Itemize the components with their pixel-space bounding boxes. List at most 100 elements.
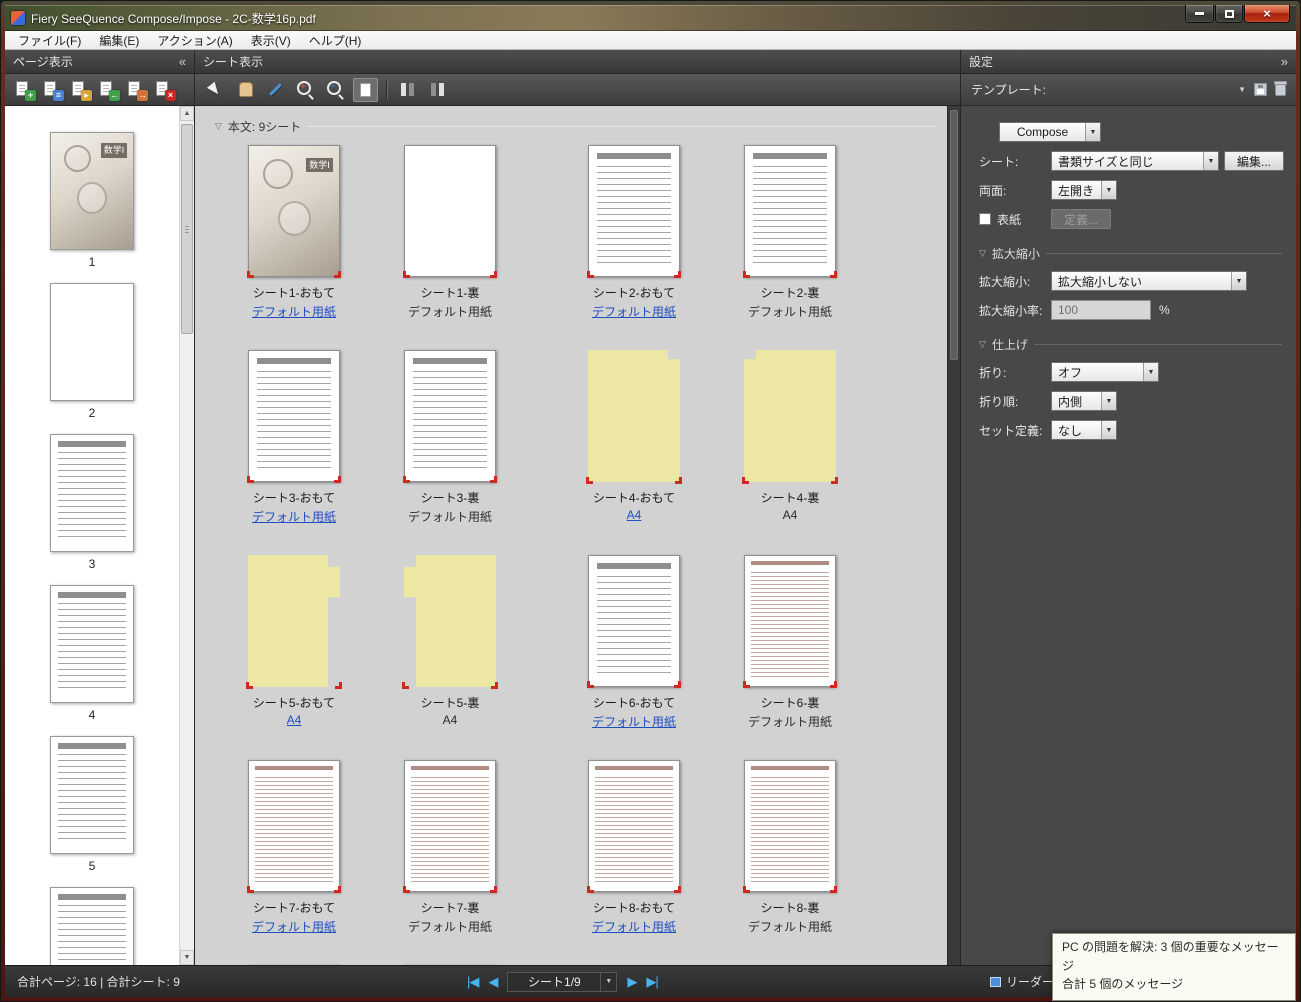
pan-tool-icon[interactable] (233, 78, 258, 102)
finish-section-icon[interactable]: ▽ (979, 339, 986, 350)
sheet-nav-dropdown[interactable]: シート1/9 ▼ (507, 972, 617, 992)
expand-panel-icon[interactable]: » (1281, 54, 1288, 69)
close-button[interactable]: × (1244, 5, 1290, 23)
scale-dropdown[interactable]: 拡大縮小しない ▼ (1051, 271, 1247, 291)
first-sheet-icon[interactable]: |◀ (467, 974, 478, 990)
page-thumbnail[interactable] (50, 736, 134, 854)
page-thumbnail[interactable] (50, 585, 134, 703)
sheet-cell[interactable]: シート8-裏デフォルト用紙 (725, 760, 855, 935)
insert-page-icon[interactable]: ← (97, 79, 120, 101)
sheet-cell[interactable]: シート7-おもてデフォルト用紙 (229, 760, 359, 935)
body-section-header[interactable]: ▽ 本文: 9シート (215, 118, 937, 135)
section-collapse-icon[interactable]: ▽ (215, 121, 222, 132)
sheet-thumbnail[interactable] (248, 760, 340, 892)
sheet-cell[interactable]: シート4-裏A4 (725, 350, 855, 525)
sheet-cell[interactable]: シート6-おもてデフォルト用紙 (569, 555, 699, 730)
fold-dropdown[interactable]: オフ ▼ (1051, 362, 1159, 382)
menu-item-2[interactable]: アクション(A) (148, 31, 241, 50)
sheet-scrollbar-thumb[interactable] (950, 110, 958, 360)
sheet-cell[interactable]: シート6-裏デフォルト用紙 (725, 555, 855, 730)
sheet-thumbnail[interactable] (744, 760, 836, 892)
page-item[interactable]: 3 (50, 434, 134, 571)
fold-order-dropdown[interactable]: 内側 ▼ (1051, 391, 1117, 411)
sheet-paper-link[interactable]: デフォルト用紙 (592, 303, 676, 320)
scroll-up-icon[interactable]: ▲ (180, 106, 194, 121)
sheet-thumbnail[interactable] (588, 760, 680, 892)
mode-dropdown[interactable]: Compose ▼ (999, 122, 1101, 142)
scale-section-icon[interactable]: ▽ (979, 248, 986, 259)
sheet-thumbnail[interactable] (404, 555, 496, 687)
sheet-paper-link[interactable]: デフォルト用紙 (252, 508, 336, 525)
sheet-paper-link[interactable]: A4 (287, 713, 302, 727)
sheet-thumbnail[interactable] (744, 555, 836, 687)
sheet-cell[interactable]: シート2-おもてデフォルト用紙 (569, 145, 699, 320)
menu-item-0[interactable]: ファイル(F) (9, 31, 90, 50)
replace-page-icon[interactable]: → (125, 79, 148, 101)
sheet-cell[interactable]: シート5-裏A4 (385, 555, 515, 730)
sheet-thumbnail[interactable] (588, 555, 680, 687)
sheet-cell[interactable]: 数学Iシート1-おもてデフォルト用紙 (229, 145, 359, 320)
sheet-cell[interactable]: シート1-裏デフォルト用紙 (385, 145, 515, 320)
sheet-thumbnail[interactable] (248, 350, 340, 482)
minimize-button[interactable] (1185, 5, 1214, 23)
page-item[interactable]: 6 (50, 887, 134, 965)
sheet-thumbnail[interactable] (404, 145, 496, 277)
maximize-button[interactable] (1215, 5, 1243, 23)
sheet-paper-link[interactable]: デフォルト用紙 (252, 918, 336, 935)
menu-item-1[interactable]: 編集(E) (90, 31, 148, 50)
scrollbar-thumb[interactable] (181, 124, 193, 334)
page-item[interactable]: 数学I1 (50, 132, 134, 269)
sheet-cell[interactable]: シート7-裏デフォルト用紙 (385, 760, 515, 935)
menu-item-3[interactable]: 表示(V) (242, 31, 300, 50)
sheet-paper-link[interactable]: A4 (627, 508, 642, 522)
menu-item-4[interactable]: ヘルプ(H) (300, 31, 371, 50)
page-item[interactable]: 5 (50, 736, 134, 873)
collapse-panel-icon[interactable]: « (179, 54, 186, 69)
sheet-cell[interactable]: シート3-おもてデフォルト用紙 (229, 350, 359, 525)
next-sheet-icon[interactable]: ▶ (627, 974, 636, 990)
edit-button[interactable]: 編集... (1224, 151, 1284, 171)
save-template-icon[interactable] (1254, 83, 1267, 96)
page-thumbnail[interactable] (50, 434, 134, 552)
sheet-thumbnail[interactable]: 数学I (248, 145, 340, 277)
page-mode-tool-icon[interactable] (353, 78, 378, 102)
scroll-down-icon[interactable]: ▼ (180, 950, 194, 965)
measure-tool-icon[interactable] (263, 78, 288, 102)
action-center-popup[interactable]: PC の問題を解決: 3 個の重要なメッセージ 合計 5 個のメッセージ (1052, 933, 1296, 1001)
finish-section-header[interactable]: ▽ 仕上げ (979, 336, 1282, 353)
sheet-cell[interactable]: シート2-裏デフォルト用紙 (725, 145, 855, 320)
cover-checkbox[interactable] (979, 213, 991, 225)
sheet-cell[interactable]: シート4-おもてA4 (569, 350, 699, 525)
page-thumbnail[interactable]: 数学I (50, 132, 134, 250)
sheet-scrollbar[interactable] (947, 106, 960, 965)
page-item[interactable]: 2 (50, 283, 134, 420)
sheet-thumbnail[interactable] (404, 760, 496, 892)
select-tool-icon[interactable] (203, 78, 228, 102)
sheet-paper-link[interactable]: デフォルト用紙 (592, 918, 676, 935)
zoom-out-tool-icon[interactable]: − (323, 78, 348, 102)
template-dropdown-icon[interactable]: ▼ (1238, 85, 1246, 94)
page-thumbnail[interactable] (50, 887, 134, 965)
sheet-cell[interactable]: シート3-裏デフォルト用紙 (385, 350, 515, 525)
set-define-dropdown[interactable]: なし ▼ (1051, 420, 1117, 440)
page-item[interactable]: 4 (50, 585, 134, 722)
duplicate-page-icon[interactable]: ≡ (41, 79, 64, 101)
sheet-thumbnail[interactable] (404, 350, 496, 482)
delete-page-icon[interactable]: × (153, 79, 176, 101)
zoom-in-tool-icon[interactable]: + (293, 78, 318, 102)
last-sheet-icon[interactable]: ▶| (646, 974, 657, 990)
duplex-dropdown[interactable]: 左開き ▼ (1051, 180, 1117, 200)
sheet-paper-link[interactable]: デフォルト用紙 (592, 713, 676, 730)
add-page-icon[interactable]: + (13, 79, 36, 101)
delete-template-icon[interactable] (1275, 83, 1286, 96)
prev-sheet-icon[interactable]: ◀ (488, 974, 497, 990)
sheet-cell[interactable]: シート5-おもてA4 (229, 555, 359, 730)
layout-mode-tool-icon[interactable] (395, 78, 420, 102)
sheet-thumbnail[interactable] (248, 555, 340, 687)
sheet-thumbnail[interactable] (588, 145, 680, 277)
sheet-cell[interactable]: シート8-おもてデフォルト用紙 (569, 760, 699, 935)
sheet-thumbnail[interactable] (588, 350, 680, 482)
sheet-thumbnail[interactable] (744, 350, 836, 482)
open-file-icon[interactable]: ▸ (69, 79, 92, 101)
page-thumbnail[interactable] (50, 283, 134, 401)
